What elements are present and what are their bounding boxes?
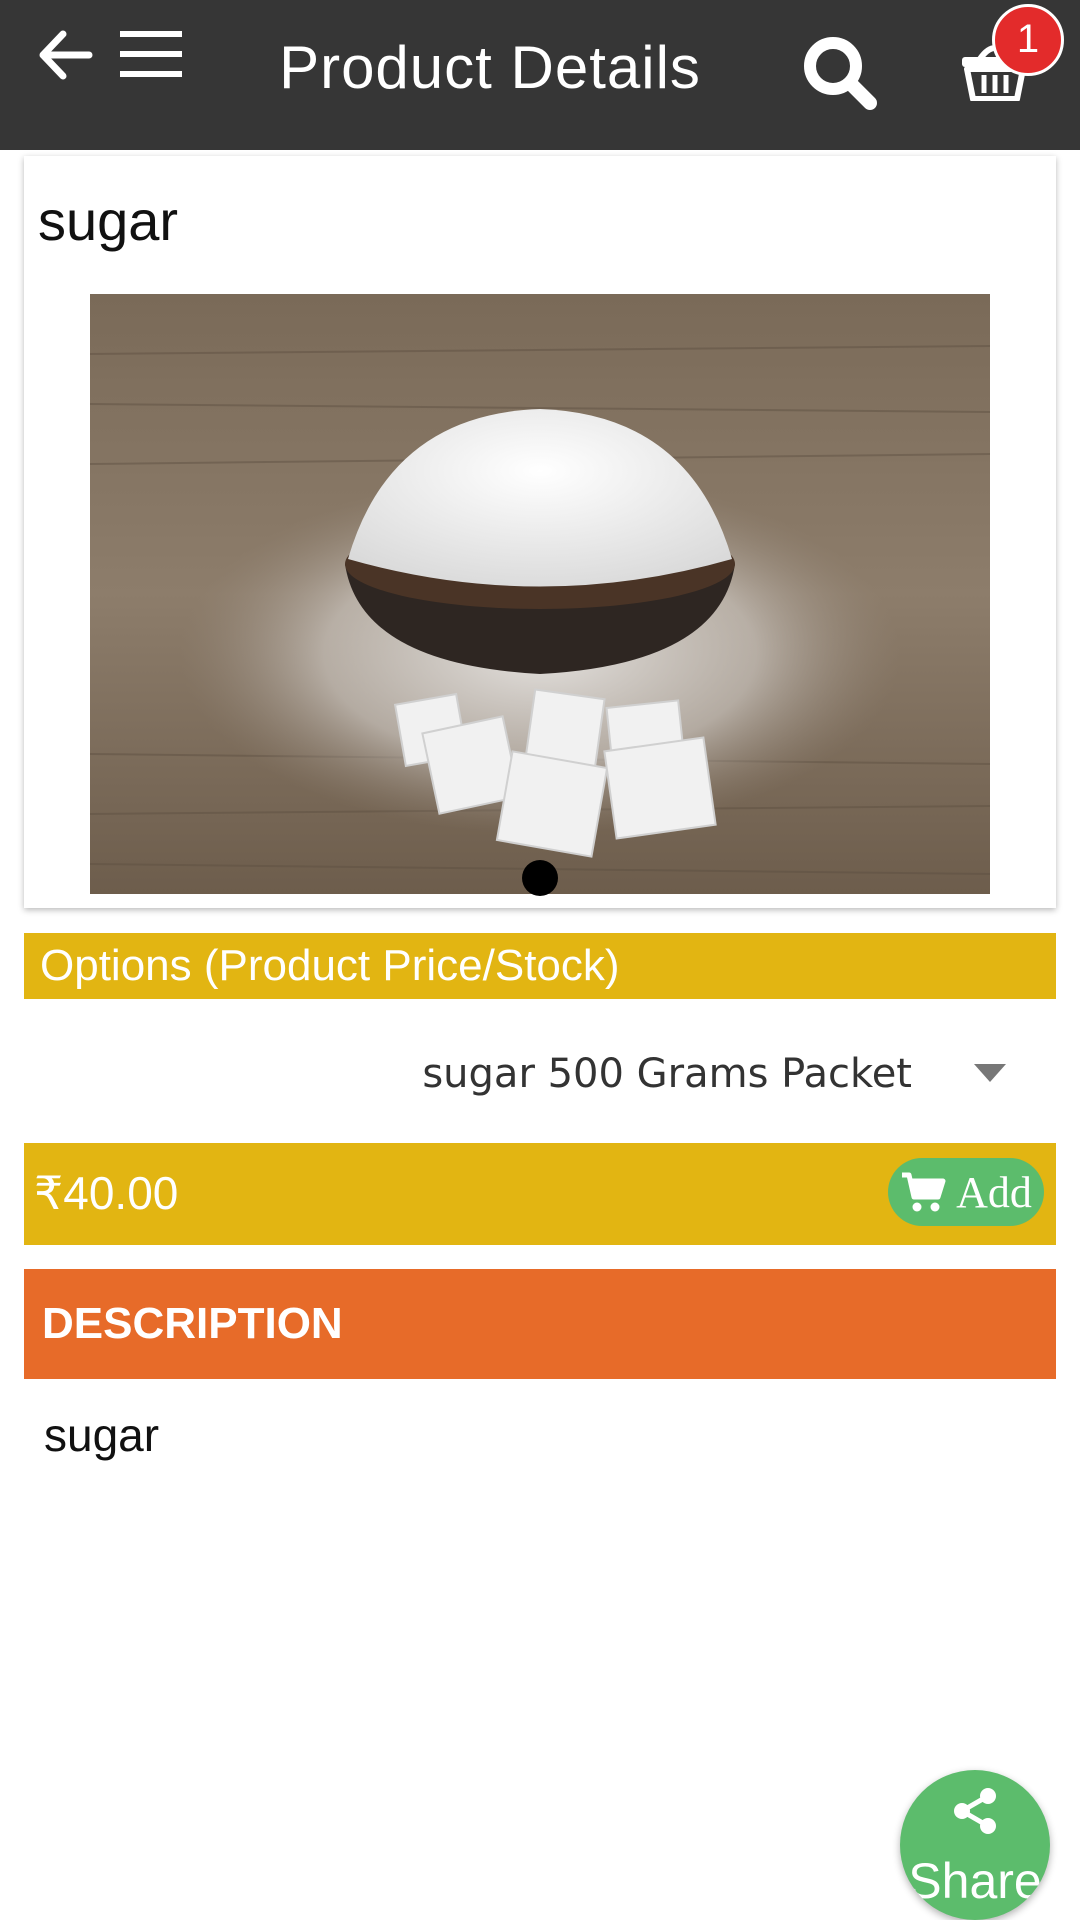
add-button-label: Add <box>956 1167 1032 1217</box>
share-label: Share <box>908 1853 1042 1909</box>
arrow-left-icon <box>39 30 93 80</box>
description-text: sugar <box>44 1409 160 1461</box>
options-header: Options (Product Price/Stock) <box>24 933 1056 999</box>
share-button[interactable]: Share <box>900 1770 1050 1920</box>
share-icon <box>954 1788 996 1834</box>
back-button[interactable] <box>30 22 100 88</box>
search-icon <box>804 37 877 110</box>
cart-icon <box>902 1172 946 1212</box>
cart-count-badge: 1 <box>992 4 1064 76</box>
description-header: DESCRIPTION <box>24 1269 1056 1379</box>
hamburger-menu-icon <box>120 31 182 77</box>
price-bar: ₹40.00 Add <box>24 1143 1056 1245</box>
product-image[interactable] <box>90 294 990 894</box>
add-to-cart-button[interactable]: Add <box>888 1158 1044 1226</box>
search-button[interactable] <box>795 28 885 118</box>
variant-select[interactable]: sugar 500 Grams Packet <box>24 1032 1056 1116</box>
product-price: ₹40.00 <box>34 1167 179 1219</box>
chevron-down-icon <box>974 1064 1006 1082</box>
carousel-dot-active[interactable] <box>522 860 558 896</box>
product-card: sugar <box>24 156 1056 908</box>
page-title: Product Details <box>279 34 701 101</box>
menu-button[interactable] <box>112 26 190 82</box>
selected-variant: sugar 500 Grams Packet <box>422 1051 912 1097</box>
app-bar: Product Details 1 <box>0 0 1080 150</box>
product-name: sugar <box>38 189 179 252</box>
